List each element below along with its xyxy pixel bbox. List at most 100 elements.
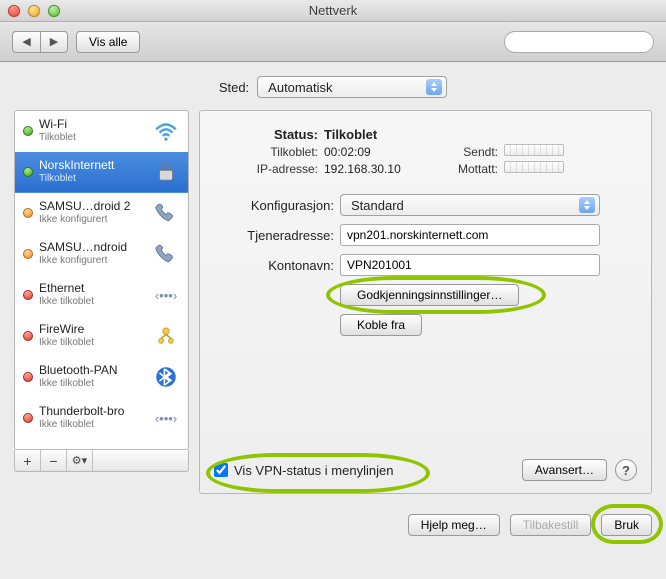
sidebar-item-status: Ikke konfigurert	[39, 214, 146, 226]
sidebar-item-ethernet[interactable]: EthernetIkke tilkoblet ‹•••›	[15, 275, 188, 316]
server-input[interactable]	[340, 224, 600, 246]
network-gear-button[interactable]: ⚙︎▾	[67, 450, 93, 471]
details-panel: Status: Tilkoblet Tilkoblet: 00:02:09 Se…	[199, 110, 652, 494]
sidebar-item-ethernet[interactable]: Thunderbolt-broIkke tilkoblet ‹•••›	[15, 398, 188, 439]
sidebar-item-status: Ikke tilkoblet	[39, 296, 146, 308]
sidebar-item-wifi[interactable]: Wi-FiTilkoblet	[15, 111, 188, 152]
forward-button[interactable]: ▶	[40, 31, 68, 53]
sidebar-item-name: SAMSU…droid 2	[39, 200, 146, 214]
sent-label: Sendt:	[444, 145, 504, 159]
connected-label: Tilkoblet:	[214, 145, 324, 159]
sidebar-item-name: NorskInternett	[39, 159, 146, 173]
help-button[interactable]: ?	[615, 459, 637, 481]
sidebar-item-status: Ikke tilkoblet	[39, 337, 146, 349]
ip-label: IP-adresse:	[214, 162, 324, 176]
advanced-button[interactable]: Avansert…	[522, 459, 607, 481]
status-value: Tilkoblet	[324, 127, 444, 142]
help-me-button[interactable]: Hjelp meg…	[408, 514, 500, 536]
chevron-updown-icon	[579, 197, 595, 213]
sidebar-item-phone[interactable]: SAMSU…ndroidIkke konfigurert	[15, 234, 188, 275]
sidebar-item-name: FireWire	[39, 323, 146, 337]
ip-value: 192.168.30.10	[324, 162, 444, 176]
titlebar: Nettverk	[0, 0, 666, 22]
ethernet-icon: ‹•••›	[152, 281, 180, 309]
sidebar-item-status: Tilkoblet	[39, 132, 146, 144]
status-dot-icon	[23, 331, 33, 341]
status-dot-icon	[23, 167, 33, 177]
sidebar-item-name: SAMSU…ndroid	[39, 241, 146, 255]
sidebar-item-text: SAMSU…ndroidIkke konfigurert	[39, 241, 146, 266]
account-label: Kontonavn:	[214, 258, 334, 273]
sidebar-item-text: NorskInternettTilkoblet	[39, 159, 146, 184]
status-dot-icon	[23, 372, 33, 382]
sidebar-item-text: Thunderbolt-broIkke tilkoblet	[39, 405, 146, 430]
phone-icon	[152, 199, 180, 227]
sidebar-item-text: FireWireIkke tilkoblet	[39, 323, 146, 348]
recv-meter-icon	[504, 161, 564, 173]
sidebar-item-status: Tilkoblet	[39, 173, 146, 185]
svg-text:‹•••›: ‹•••›	[155, 411, 177, 426]
status-dot-icon	[23, 126, 33, 136]
window-title: Nettverk	[0, 3, 666, 18]
status-label: Status:	[214, 127, 324, 142]
window-footer: Hjelp meg… Tilbakestill Bruk	[0, 504, 666, 548]
chevron-updown-icon	[426, 79, 442, 95]
show-status-checkbox-wrap[interactable]: Vis VPN-status i menylinjen	[214, 463, 393, 478]
sidebar-item-status: Ikke tilkoblet	[39, 419, 146, 431]
sidebar-item-lock[interactable]: NorskInternettTilkoblet	[15, 152, 188, 193]
nav-segment: ◀ ▶	[12, 31, 68, 53]
server-label: Tjeneradresse:	[214, 228, 334, 243]
sidebar-item-firewire[interactable]: FireWireIkke tilkoblet	[15, 316, 188, 357]
sidebar-item-name: Bluetooth-PAN	[39, 364, 146, 378]
apply-button[interactable]: Bruk	[601, 514, 652, 536]
config-value: Standard	[351, 198, 404, 213]
sidebar-item-status: Ikke konfigurert	[39, 255, 146, 267]
sidebar-item-text: Bluetooth-PANIkke tilkoblet	[39, 364, 146, 389]
show-status-label: Vis VPN-status i menylinjen	[234, 463, 393, 478]
panel-bottom-row: Vis VPN-status i menylinjen Avansert… ?	[214, 459, 637, 481]
recv-label: Mottatt:	[444, 162, 504, 176]
sent-meter-icon	[504, 144, 564, 156]
firewire-icon	[152, 322, 180, 350]
config-form: Konfigurasjon: Standard Tjeneradresse: K…	[214, 194, 637, 336]
remove-network-button[interactable]: −	[41, 450, 67, 471]
sidebar-item-name: Wi-Fi	[39, 118, 146, 132]
lock-icon	[152, 158, 180, 186]
location-label: Sted:	[219, 80, 249, 95]
add-network-button[interactable]: +	[15, 450, 41, 471]
search-field[interactable]	[504, 31, 654, 53]
show-all-button[interactable]: Vis alle	[76, 31, 140, 53]
config-select[interactable]: Standard	[340, 194, 600, 216]
sidebar: Wi-FiTilkobletNorskInternettTilkobletSAM…	[14, 110, 189, 494]
wifi-icon	[152, 117, 180, 145]
svg-text:‹•••›: ‹•••›	[155, 288, 177, 303]
back-button[interactable]: ◀	[12, 31, 40, 53]
sidebar-item-bluetooth[interactable]: Bluetooth-PANIkke tilkoblet	[15, 357, 188, 398]
account-input[interactable]	[340, 254, 600, 276]
show-status-checkbox[interactable]	[214, 463, 228, 477]
toolbar: ◀ ▶ Vis alle	[0, 22, 666, 62]
status-dot-icon	[23, 208, 33, 218]
sidebar-item-phone[interactable]: SAMSU…droid 2Ikke konfigurert	[15, 193, 188, 234]
ethernet-icon: ‹•••›	[152, 404, 180, 432]
sidebar-item-name: Thunderbolt-bro	[39, 405, 146, 419]
status-dot-icon	[23, 290, 33, 300]
revert-button[interactable]: Tilbakestill	[510, 514, 592, 536]
connected-value: 00:02:09	[324, 145, 444, 159]
status-dot-icon	[23, 413, 33, 423]
status-grid: Status: Tilkoblet Tilkoblet: 00:02:09 Se…	[214, 127, 637, 176]
network-list: Wi-FiTilkobletNorskInternettTilkobletSAM…	[14, 110, 189, 450]
sidebar-item-text: Wi-FiTilkoblet	[39, 118, 146, 143]
location-value: Automatisk	[268, 80, 332, 95]
sidebar-item-name: Ethernet	[39, 282, 146, 296]
location-select[interactable]: Automatisk	[257, 76, 447, 98]
sidebar-item-text: SAMSU…droid 2Ikke konfigurert	[39, 200, 146, 225]
bluetooth-icon	[152, 363, 180, 391]
sidebar-footer: + − ⚙︎▾	[14, 450, 189, 472]
auth-settings-button[interactable]: Godkjenningsinnstillinger…	[340, 284, 519, 306]
disconnect-button[interactable]: Koble fra	[340, 314, 422, 336]
config-label: Konfigurasjon:	[214, 198, 334, 213]
phone-icon	[152, 240, 180, 268]
sidebar-item-status: Ikke tilkoblet	[39, 378, 146, 390]
search-input[interactable]	[517, 35, 651, 49]
